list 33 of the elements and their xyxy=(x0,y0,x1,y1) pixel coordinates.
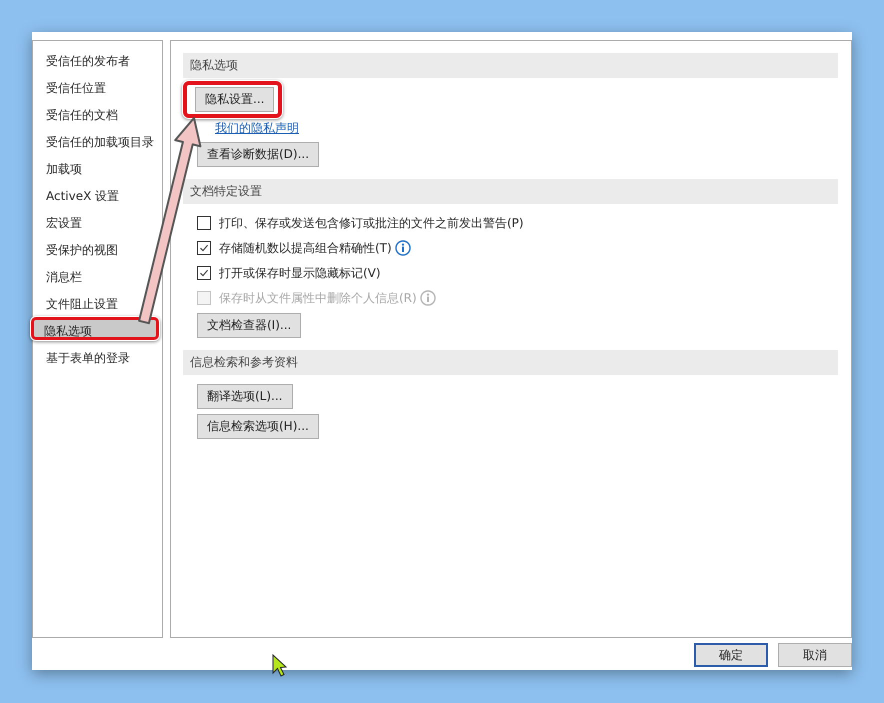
sidebar-item[interactable]: 受信任位置 xyxy=(33,74,119,97)
option-button[interactable]: 信息检索选项(H)... xyxy=(197,414,319,439)
sidebar-item[interactable]: ActiveX 设置 xyxy=(33,182,132,205)
sidebar-item[interactable]: 受信任的文档 xyxy=(33,101,131,124)
checkbox-label: 打印、保存或发送包含修订或批注的文件之前发出警告(P) xyxy=(219,214,524,232)
sidebar-item[interactable]: 隐私选项 xyxy=(31,317,159,340)
checkbox[interactable] xyxy=(197,241,211,255)
sidebar-item[interactable]: 基于表单的登录 xyxy=(33,344,143,367)
section-header: 文档特定设置 xyxy=(183,179,838,204)
sidebar-item[interactable]: 宏设置 xyxy=(33,209,95,232)
sidebar-item[interactable]: 受信任的加载项目录 xyxy=(33,128,167,151)
checkbox-label: 存储随机数以提高组合精确性(T) xyxy=(219,240,392,256)
option-button[interactable]: 隐私设置... xyxy=(195,87,274,112)
check-icon xyxy=(199,243,209,253)
checkbox[interactable] xyxy=(197,266,211,280)
check-icon xyxy=(199,268,209,278)
section-header: 信息检索和参考资料 xyxy=(183,350,838,375)
option-button[interactable]: 查看诊断数据(D)... xyxy=(197,142,320,167)
checkbox-label: 打开或保存时显示隐藏标记(V) xyxy=(219,264,381,282)
dialog-button[interactable]: 确定 xyxy=(694,643,768,667)
sidebar-item[interactable]: 受保护的视图 xyxy=(33,236,131,259)
dialog-button[interactable]: 取消 xyxy=(778,643,852,667)
sidebar-item[interactable]: 加载项 xyxy=(33,155,95,178)
privacy-link[interactable]: 我们的隐私声明 xyxy=(215,119,299,137)
section-header: 隐私选项 xyxy=(183,53,838,78)
sidebar-item[interactable]: 消息栏 xyxy=(33,263,95,286)
checkbox[interactable] xyxy=(197,216,211,230)
option-button[interactable]: 翻译选项(L)... xyxy=(197,384,292,409)
info-icon[interactable] xyxy=(394,240,411,256)
sidebar-item[interactable]: 受信任的发布者 xyxy=(33,47,143,70)
sidebar-item[interactable]: 文件阻止设置 xyxy=(33,290,131,313)
checkbox-label: 保存时从文件属性中删除个人信息(R) xyxy=(219,290,417,306)
option-button[interactable]: 文档检查器(I)... xyxy=(197,313,302,338)
